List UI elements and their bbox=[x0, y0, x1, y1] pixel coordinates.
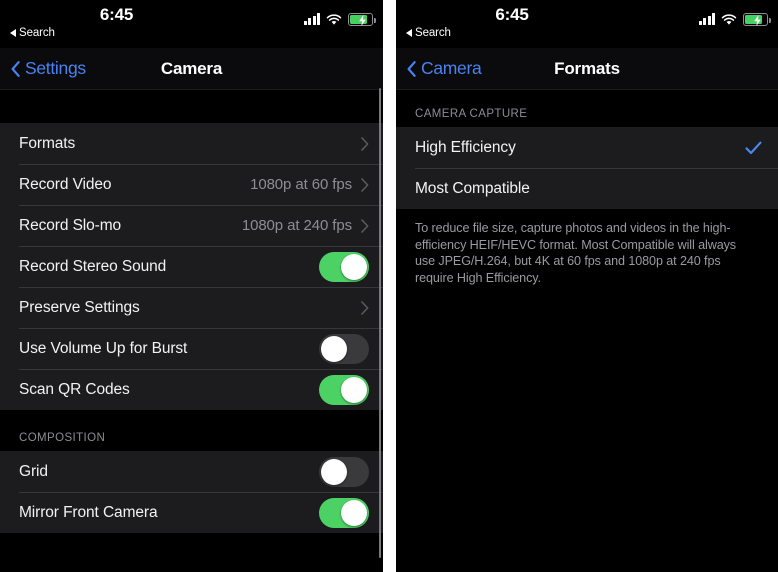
chevron-right-icon bbox=[361, 177, 369, 192]
row-label: Grid bbox=[19, 462, 48, 480]
status-bar-back-label: Search bbox=[415, 27, 451, 39]
screenshot-stage: 6:45 Search Settings Camera Formats Reco… bbox=[0, 0, 778, 572]
status-bar-back-to-search[interactable]: Search bbox=[10, 27, 55, 39]
right-page-title: Formats bbox=[554, 58, 620, 78]
toggle-knob bbox=[341, 376, 367, 403]
chevron-right-icon bbox=[361, 218, 369, 233]
left-panel-scrollbar[interactable] bbox=[378, 88, 381, 558]
battery-charging-icon bbox=[348, 13, 376, 26]
toggle-knob bbox=[341, 253, 367, 280]
composition-group: Grid Mirror Front Camera bbox=[0, 451, 383, 533]
row-scan-qr-codes[interactable]: Scan QR Codes bbox=[0, 369, 383, 410]
status-bar-indicators bbox=[303, 13, 376, 26]
toggle-knob bbox=[321, 335, 347, 362]
triangle-left-icon bbox=[10, 29, 16, 37]
row-label: Mirror Front Camera bbox=[19, 503, 158, 521]
toggle-mirror-front-camera[interactable] bbox=[319, 497, 369, 528]
row-record-video[interactable]: Record Video 1080p at 60 fps bbox=[0, 164, 383, 205]
wifi-icon bbox=[721, 13, 737, 25]
row-formats[interactable]: Formats bbox=[0, 123, 383, 164]
row-label: Record Slo-mo bbox=[19, 216, 122, 234]
chevron-right-icon bbox=[361, 136, 369, 151]
row-label: Use Volume Up for Burst bbox=[19, 339, 188, 357]
camera-settings-group: Formats Record Video 1080p at 60 fps Rec… bbox=[0, 123, 383, 410]
row-mirror-front-camera[interactable]: Mirror Front Camera bbox=[0, 492, 383, 533]
row-preserve-settings[interactable]: Preserve Settings bbox=[0, 287, 383, 328]
row-value: 1080p at 240 fps bbox=[241, 217, 352, 234]
checkmark-icon bbox=[745, 141, 762, 154]
left-nav-bar: Settings Camera bbox=[0, 48, 383, 90]
camera-capture-group: High Efficiency Most Compatible bbox=[396, 127, 778, 209]
row-record-stereo-sound[interactable]: Record Stereo Sound bbox=[0, 246, 383, 287]
toggle-knob bbox=[321, 458, 347, 485]
row-label: Formats bbox=[19, 134, 76, 152]
row-label: Scan QR Codes bbox=[19, 380, 130, 398]
row-use-volume-up-for-burst[interactable]: Use Volume Up for Burst bbox=[0, 328, 383, 369]
status-bar-back-label: Search bbox=[19, 27, 55, 39]
section-header-camera-capture: CAMERA CAPTURE bbox=[396, 90, 778, 127]
cellular-bars-icon bbox=[698, 13, 715, 26]
toggle-knob bbox=[341, 499, 367, 526]
toggle-grid[interactable] bbox=[319, 456, 369, 487]
section-header-composition: COMPOSITION bbox=[0, 410, 383, 451]
chevron-right-icon bbox=[361, 300, 369, 315]
row-label: Most Compatible bbox=[415, 179, 530, 197]
battery-charging-icon bbox=[743, 13, 771, 26]
left-phone-screen: 6:45 Search Settings Camera Formats Reco… bbox=[0, 0, 383, 572]
toggle-use-volume-up-for-burst[interactable] bbox=[319, 333, 369, 364]
row-label: Record Video bbox=[19, 175, 112, 193]
row-grid[interactable]: Grid bbox=[0, 451, 383, 492]
toggle-record-stereo-sound[interactable] bbox=[319, 251, 369, 282]
status-bar: 6:45 Search bbox=[0, 0, 383, 48]
cellular-bars-icon bbox=[303, 13, 320, 26]
row-record-slo-mo[interactable]: Record Slo-mo 1080p at 240 fps bbox=[0, 205, 383, 246]
right-phone-screen: 6:45 Search Camera Formats CAMERA CAPTUR… bbox=[396, 0, 778, 572]
row-label: Preserve Settings bbox=[19, 298, 140, 316]
status-bar-indicators bbox=[698, 13, 771, 26]
triangle-left-icon bbox=[406, 29, 412, 37]
wifi-icon bbox=[326, 13, 342, 25]
formats-footnote: To reduce file size, capture photos and … bbox=[396, 209, 778, 286]
list-top-gap bbox=[0, 90, 383, 123]
right-nav-bar: Camera Formats bbox=[396, 48, 778, 90]
row-value: 1080p at 60 fps bbox=[250, 176, 352, 193]
row-high-efficiency[interactable]: High Efficiency bbox=[396, 127, 778, 168]
status-bar-back-to-search[interactable]: Search bbox=[406, 27, 451, 39]
toggle-scan-qr-codes[interactable] bbox=[319, 374, 369, 405]
left-page-title: Camera bbox=[160, 58, 223, 78]
row-most-compatible[interactable]: Most Compatible bbox=[396, 168, 778, 209]
row-label: Record Stereo Sound bbox=[19, 257, 167, 275]
row-label: High Efficiency bbox=[415, 138, 516, 156]
status-bar: 6:45 Search bbox=[396, 0, 778, 48]
